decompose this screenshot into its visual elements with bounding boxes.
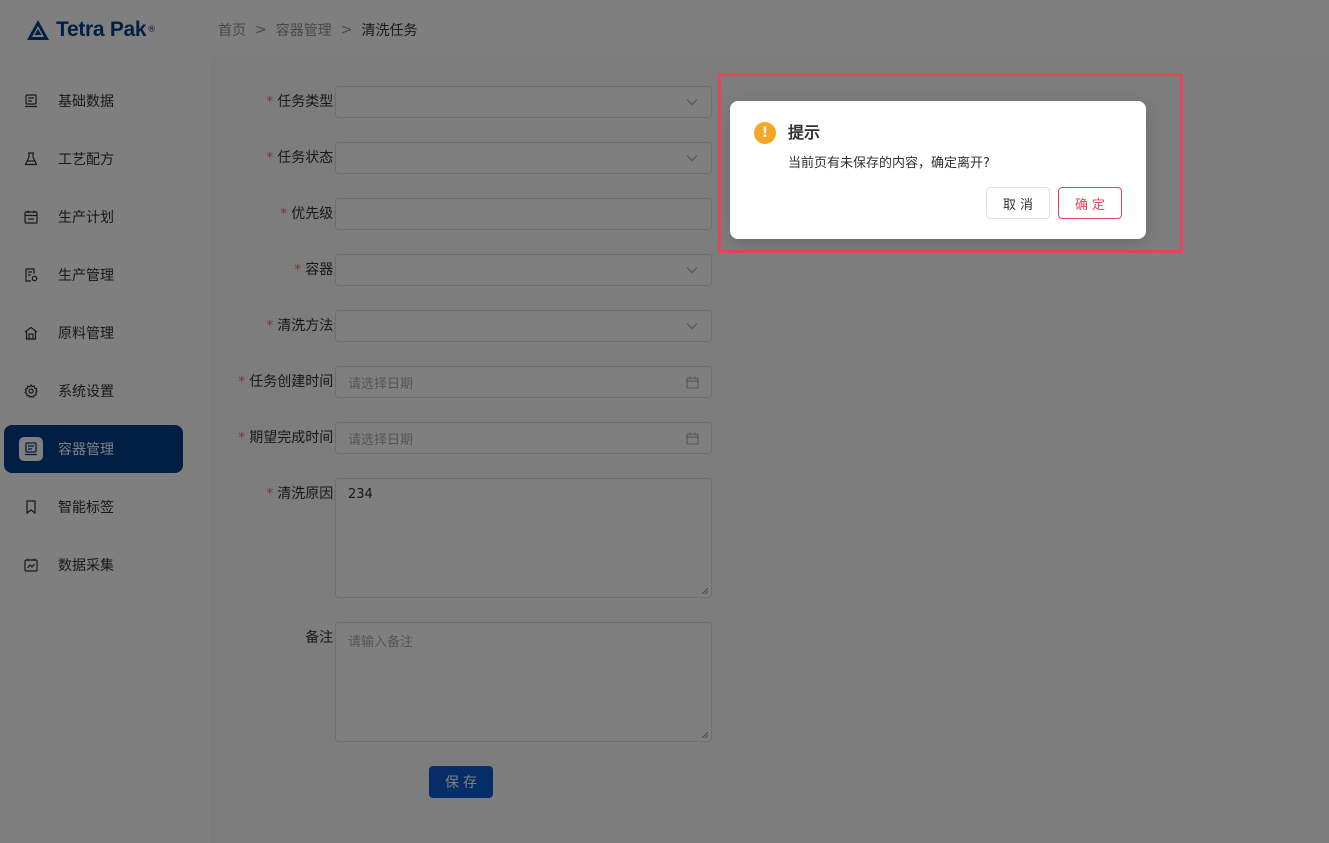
- dialog-title: 提示: [788, 123, 821, 142]
- warning-icon: !: [754, 122, 776, 144]
- cancel-button[interactable]: 取消: [986, 187, 1050, 219]
- confirm-leave-dialog: ! 提示 当前页有未保存的内容，确定离开? 取消 确定: [730, 101, 1146, 239]
- confirm-button[interactable]: 确定: [1058, 187, 1122, 219]
- dialog-message: 当前页有未保存的内容，确定离开?: [788, 156, 990, 171]
